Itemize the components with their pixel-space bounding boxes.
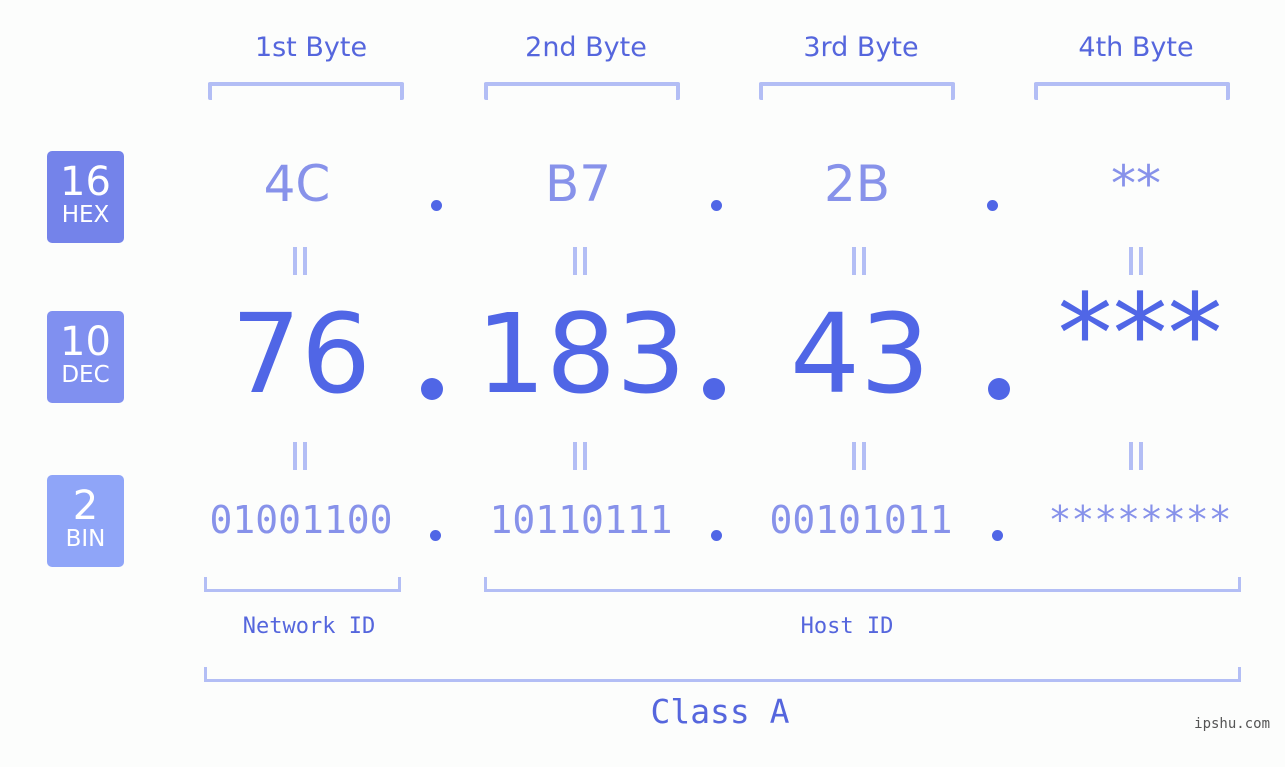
dec-separator-dot	[421, 378, 443, 400]
equals-icon	[852, 247, 866, 275]
bin-badge-number: 2	[72, 483, 99, 529]
bin-byte-3: 00101011	[769, 498, 953, 542]
class-bracket	[204, 667, 1241, 682]
hex-byte-2: B7	[544, 155, 612, 213]
equals-icon	[1129, 442, 1143, 470]
dec-byte-4: ***	[1057, 270, 1223, 398]
bin-byte-4: ********	[1048, 498, 1232, 542]
byte-header-3: 3rd Byte	[803, 32, 919, 63]
equals-icon	[293, 442, 307, 470]
hex-byte-4: **	[1111, 155, 1161, 213]
host-id-bracket	[484, 577, 1241, 592]
dec-byte-1: 76	[231, 290, 371, 418]
byte-header-2: 2nd Byte	[525, 32, 647, 63]
dec-separator-dot	[988, 378, 1010, 400]
equals-icon	[573, 442, 587, 470]
hex-separator-dot	[431, 200, 442, 211]
equals-icon	[293, 247, 307, 275]
hex-badge-number: 16	[60, 159, 111, 205]
dec-byte-2: 183	[476, 290, 686, 418]
bin-byte-2: 10110111	[489, 498, 673, 542]
class-label: Class A	[650, 692, 790, 731]
bin-separator-dot	[430, 530, 441, 541]
equals-icon	[852, 442, 866, 470]
hex-byte-1: 4C	[263, 155, 331, 213]
hex-badge-label: HEX	[61, 202, 110, 228]
byte-bracket-2	[484, 82, 680, 100]
dec-byte-3: 43	[790, 290, 930, 418]
byte-bracket-4	[1034, 82, 1230, 100]
network-id-label: Network ID	[242, 614, 376, 639]
host-id-label: Host ID	[800, 614, 894, 639]
hex-separator-dot	[987, 200, 998, 211]
hex-byte-3: 2B	[823, 155, 891, 213]
byte-bracket-1	[208, 82, 404, 100]
bin-badge: 2 BIN	[47, 475, 124, 567]
dec-separator-dot	[703, 378, 725, 400]
watermark: ipshu.com	[1194, 716, 1270, 732]
bin-badge-label: BIN	[65, 526, 106, 552]
dec-badge: 10 DEC	[47, 311, 124, 403]
byte-header-4: 4th Byte	[1078, 32, 1194, 63]
network-id-bracket	[204, 577, 401, 592]
dec-badge-number: 10	[60, 319, 111, 365]
bin-separator-dot	[711, 530, 722, 541]
bin-byte-1: 01001100	[209, 498, 393, 542]
byte-bracket-3	[759, 82, 955, 100]
byte-header-1: 1st Byte	[254, 32, 368, 63]
equals-icon	[573, 247, 587, 275]
dec-badge-label: DEC	[61, 362, 110, 388]
bin-separator-dot	[992, 530, 1003, 541]
hex-separator-dot	[711, 200, 722, 211]
hex-badge: 16 HEX	[47, 151, 124, 243]
